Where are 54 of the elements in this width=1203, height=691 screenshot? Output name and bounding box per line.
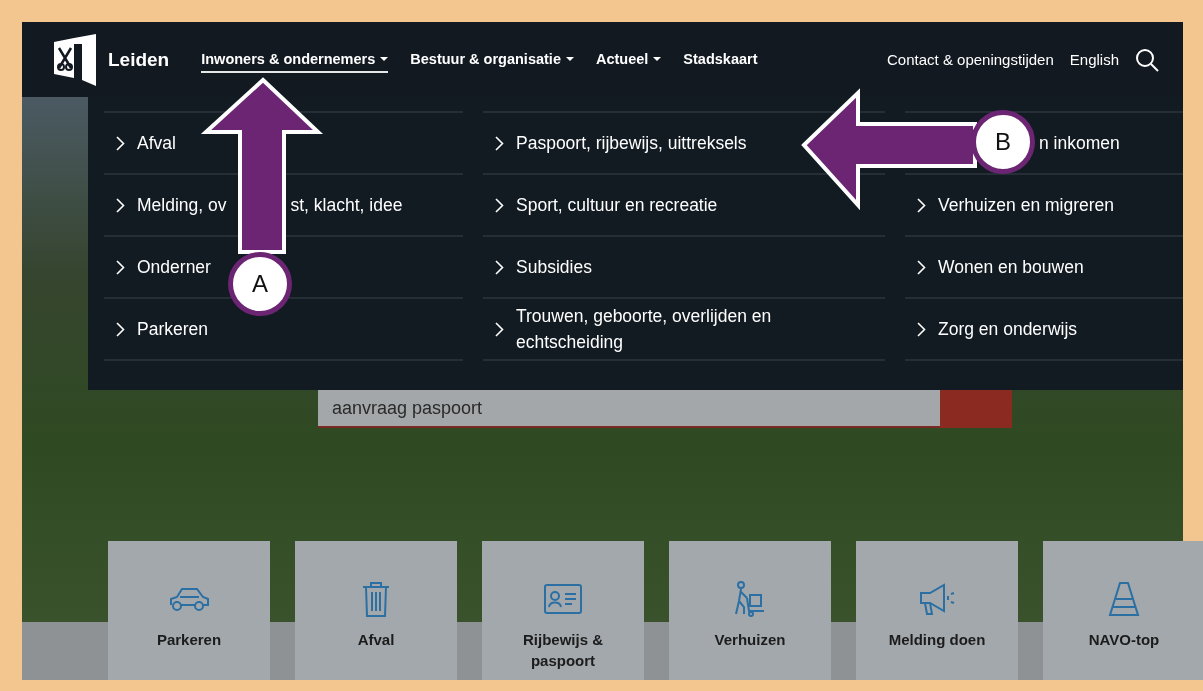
chevron-icon <box>495 197 504 213</box>
shortcut-tile[interactable]: NAVO-top <box>1043 541 1203 680</box>
caret-icon <box>380 56 389 61</box>
chevron-icon <box>495 259 504 275</box>
chevron-icon <box>495 135 504 151</box>
chevron-icon <box>917 259 926 275</box>
chevron-icon <box>116 321 125 337</box>
nav-link[interactable]: Stadskaart <box>683 46 758 73</box>
logo-icon[interactable] <box>54 33 96 86</box>
menu-link[interactable]: Onderner <box>137 253 211 281</box>
menu-link[interactable]: n inkomen <box>1039 129 1120 157</box>
person-with-cart-icon <box>733 581 767 617</box>
tile-label: NAVO-top <box>1087 630 1161 650</box>
trash-icon <box>361 580 391 618</box>
shortcut-tile[interactable]: Parkeren <box>108 541 270 680</box>
menu-link[interactable]: Parkeren <box>137 315 208 343</box>
shortcut-tile[interactable]: Afval <box>295 541 457 680</box>
chevron-icon <box>116 135 125 151</box>
chevron-icon <box>917 321 926 337</box>
menu-link[interactable]: Sport, cultuur en recreatie <box>516 191 718 219</box>
menu-link[interactable]: st, klacht, idee <box>290 191 403 219</box>
header-link[interactable]: Contact & openingstijden <box>887 51 1054 68</box>
menu-link[interactable]: Zorg en onderwijs <box>938 315 1078 343</box>
chevron-icon <box>917 197 926 213</box>
tile-label: Verhuizen <box>713 630 787 650</box>
menu-link[interactable]: Afval <box>137 129 176 157</box>
shortcut-tile[interactable]: Verhuizen <box>669 541 831 680</box>
chevron-icon <box>495 321 504 337</box>
tile-label: Afval <box>356 630 396 650</box>
menu-link[interactable]: Trouwen, geboorte, overlijden en echtscheiding <box>516 302 873 356</box>
chevron-icon <box>116 259 125 275</box>
menu-link[interactable]: Melding, ov <box>137 191 227 219</box>
nav-link[interactable]: Bestuur & organisatie <box>410 46 574 73</box>
tile-label: Parkeren <box>155 630 223 650</box>
nav-link[interactable]: Inwoners & ondernemers <box>201 46 389 73</box>
menu-link[interactable]: Wonen en bouwen <box>938 253 1084 281</box>
shortcut-tile[interactable]: Melding doen <box>856 541 1018 680</box>
tile-label: Melding doen <box>887 630 987 650</box>
nav-link[interactable]: Actueel <box>595 46 662 73</box>
caret-icon <box>653 56 662 61</box>
search-icon[interactable] <box>1135 47 1159 72</box>
menu-link[interactable]: Paspoort, rijbewijs, uittreksels <box>516 129 747 157</box>
site-name[interactable]: Leiden <box>108 48 170 71</box>
traffic-cone-icon <box>1107 581 1141 617</box>
shortcut-tile[interactable]: Rijbewijs & paspoort <box>482 541 644 680</box>
megaphone-icon <box>918 582 956 616</box>
header-link[interactable]: English <box>1069 51 1119 68</box>
chevron-icon <box>116 197 125 213</box>
id-card-icon <box>544 584 582 614</box>
search-field[interactable]: aanvraag paspoort <box>318 390 940 428</box>
menu-link[interactable]: Verhuizen en migreren <box>938 191 1115 219</box>
tile-label: Rijbewijs & paspoort <box>522 630 604 671</box>
menu-link[interactable]: Subsidies <box>516 253 592 281</box>
caret-icon <box>565 56 574 61</box>
